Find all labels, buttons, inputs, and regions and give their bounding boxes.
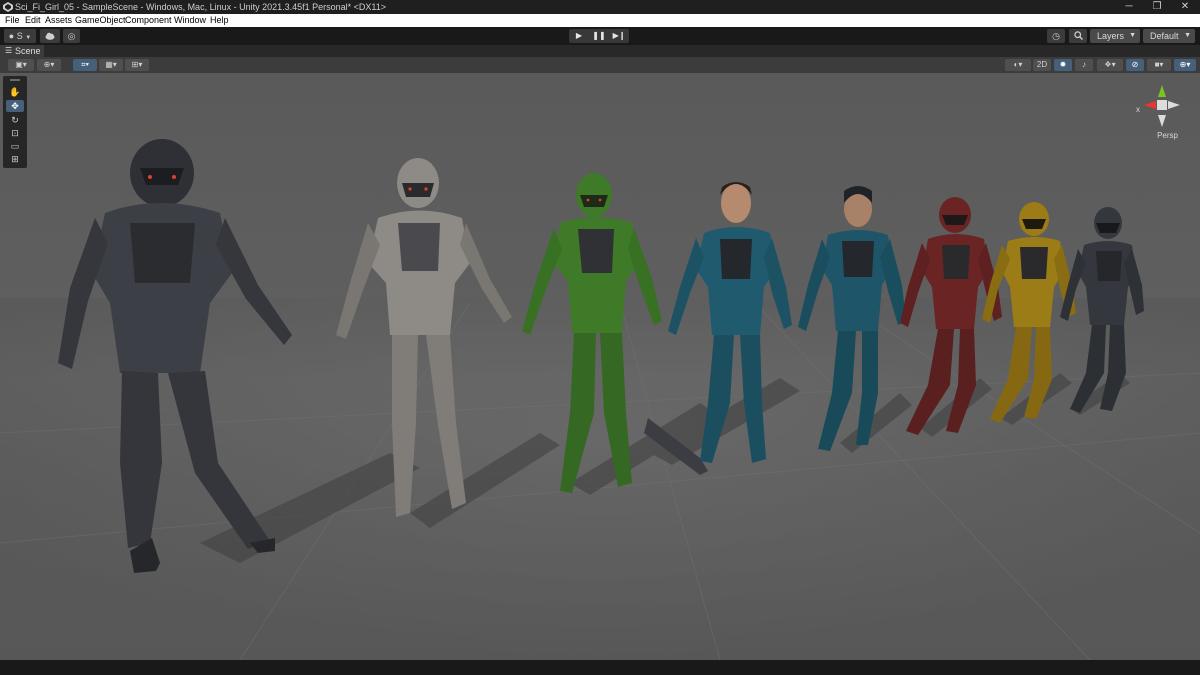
chevron-down-icon: ▼ (1129, 32, 1136, 39)
draw-mode-button[interactable]: ▣▾ (8, 59, 34, 71)
pause-icon[interactable]: ❚❚ (589, 29, 609, 43)
hidden-objects-toggle[interactable]: ⊘ (1126, 59, 1144, 71)
tab-scene-label: Scene (15, 46, 41, 56)
tab-bar: ☰ Scene (0, 45, 1200, 57)
globe-icon: ⊕▾ (43, 60, 55, 69)
layers-label: Layers (1097, 31, 1125, 41)
gizmo-neg-x-axis[interactable] (1168, 101, 1180, 109)
global-local-button[interactable]: ⊕▾ (37, 59, 61, 71)
minimize-button[interactable]: ─ (1115, 0, 1143, 14)
hand-tool-icon[interactable]: ✋ (6, 86, 24, 98)
effects-button[interactable]: ❖▾ (1097, 59, 1123, 71)
menu-assets[interactable]: Assets (45, 14, 72, 27)
menu-edit[interactable]: Edit (25, 14, 41, 27)
camera-button[interactable]: ■▾ (1147, 59, 1171, 71)
unity-logo-icon (3, 2, 13, 12)
layers-dropdown[interactable]: Layers ▼ (1090, 29, 1140, 43)
collab-icon: ◎ (67, 31, 76, 41)
grid-snap-button[interactable]: ⌗▾ (73, 59, 97, 71)
increment-snap-button[interactable]: ⊞▾ (125, 59, 149, 71)
draw-mode-icon: ▣▾ (15, 60, 27, 69)
step-icon[interactable]: ▶❙ (609, 29, 629, 43)
layout-dropdown[interactable]: Default ▼ (1143, 29, 1195, 43)
search-icon (1073, 31, 1083, 40)
scene-viewport[interactable]: ✋ ✥ ↻ ⊡ ▭ ⊞ x Persp (0, 73, 1200, 660)
account-button[interactable]: ● S ▼ (4, 29, 36, 43)
persp-label[interactable]: Persp (1157, 131, 1178, 140)
grid-icon: ▦▾ (105, 60, 117, 69)
history-icon: ◷ (1052, 31, 1060, 41)
effects-icon: ❖▾ (1104, 60, 1116, 69)
eye-slash-icon: ⊘ (1131, 60, 1139, 69)
rotate-tool-icon[interactable]: ↻ (6, 114, 24, 126)
maximize-button[interactable]: ❐ (1143, 0, 1171, 14)
scene-toolbar: ▣▾ ⊕▾ ⌗▾ ▦▾ ⊞▾ ◐▾ 2D ✹ ♪ ❖▾ ⊘ ■▾ ⊕▾ (0, 57, 1200, 73)
search-button[interactable] (1069, 29, 1087, 43)
account-icon: ● (8, 31, 15, 41)
layout-label: Default (1150, 31, 1179, 41)
menu-bar: File Edit Assets GameObject Component Wi… (0, 14, 1200, 27)
play-icon[interactable]: ▶ (569, 29, 589, 43)
camera-icon: ■▾ (1154, 60, 1164, 69)
lightbulb-icon: ✹ (1059, 60, 1067, 69)
chevron-down-icon: ▼ (1184, 32, 1191, 39)
scene-render[interactable] (0, 73, 1200, 660)
status-bar (0, 660, 1200, 675)
menu-component[interactable]: Component (125, 14, 172, 27)
menu-window[interactable]: Window (174, 14, 206, 27)
history-button[interactable]: ◷ (1047, 29, 1065, 43)
gizmo-neg-y-axis[interactable] (1158, 115, 1166, 127)
cloud-icon (45, 32, 55, 40)
lighting-toggle[interactable]: ✹ (1054, 59, 1072, 71)
scale-tool-icon[interactable]: ⊡ (6, 127, 24, 139)
gizmos-icon: ⊕▾ (1179, 60, 1191, 69)
menu-help[interactable]: Help (210, 14, 229, 27)
orientation-gizmo[interactable] (1140, 83, 1184, 133)
account-label: S (16, 31, 23, 41)
tools-overlay: ✋ ✥ ↻ ⊡ ▭ ⊞ (3, 76, 27, 168)
window-title: Sci_Fi_Girl_05 - SampleScene - Windows, … (15, 2, 387, 12)
panel-grip[interactable] (10, 79, 20, 81)
close-button[interactable]: ✕ (1171, 0, 1199, 14)
play-controls: ▶ ❚❚ ▶❙ (569, 29, 629, 43)
gizmo-center[interactable] (1157, 100, 1167, 110)
main-toolbar: ● S ▼ ◎ ▶ ❚❚ ▶❙ ◷ Layers ▼ Default ▼ (0, 27, 1200, 45)
menu-file[interactable]: File (5, 14, 20, 27)
chevron-down-icon: ▼ (25, 35, 32, 41)
title-bar: Sci_Fi_Girl_05 - SampleScene - Windows, … (0, 0, 1200, 14)
mode-2d-button[interactable]: 2D (1033, 59, 1051, 71)
menu-gameobject[interactable]: GameObject (75, 14, 126, 27)
hamburger-icon: ☰ (5, 46, 13, 55)
speaker-icon: ♪ (1082, 60, 1086, 69)
gizmo-y-axis[interactable] (1158, 85, 1166, 97)
tab-scene[interactable]: ☰ Scene (0, 45, 44, 57)
gizmo-x-axis[interactable] (1144, 101, 1156, 109)
transform-tool-icon[interactable]: ⊞ (6, 153, 24, 165)
snap-icon: ⌗▾ (81, 60, 89, 69)
gizmo-axis-x-label: x (1136, 105, 1140, 114)
increment-snap-icon: ⊞▾ (131, 60, 143, 69)
move-tool-icon[interactable]: ✥ (6, 100, 24, 112)
grid-visibility-button[interactable]: ▦▾ (99, 59, 123, 71)
rect-tool-icon[interactable]: ▭ (6, 140, 24, 152)
cloud-button[interactable] (40, 29, 60, 43)
audio-toggle[interactable]: ♪ (1075, 59, 1093, 71)
collab-button[interactable]: ◎ (63, 29, 80, 43)
gizmos-button[interactable]: ⊕▾ (1174, 59, 1196, 71)
shading-mode-button[interactable]: ◐▾ (1005, 59, 1031, 71)
shading-icon: ◐▾ (1013, 60, 1023, 69)
